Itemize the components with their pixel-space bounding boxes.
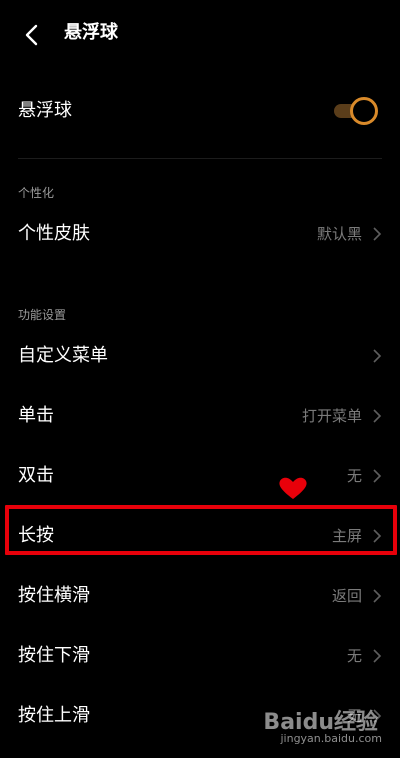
setting-label: 自定义菜单: [18, 345, 108, 366]
setting-value: 默认黑: [316, 225, 362, 243]
chevron-right-icon: [373, 469, 382, 483]
setting-row-hold-swipe-down[interactable]: 按住下滑 无: [0, 626, 400, 686]
chevron-right-icon: [373, 409, 382, 423]
setting-label: 双击: [18, 465, 54, 486]
top-bar: 悬浮球: [0, 0, 400, 66]
heart-icon: [279, 477, 307, 499]
floating-ball-switch[interactable]: [328, 97, 378, 125]
baidu-watermark: Baidu经验 jingyan.baidu.com: [246, 700, 386, 750]
divider: [18, 158, 382, 159]
setting-label: 个性皮肤: [18, 223, 90, 244]
back-button[interactable]: [16, 20, 46, 50]
red-highlight-box: [5, 505, 397, 555]
setting-label: 按住横滑: [18, 585, 90, 606]
setting-label: 单击: [18, 405, 54, 426]
setting-row-double-tap[interactable]: 双击 无: [0, 446, 400, 506]
floating-ball-label: 悬浮球: [18, 100, 72, 121]
setting-value: 无: [346, 467, 362, 485]
page-title: 悬浮球: [64, 22, 118, 43]
setting-value: 无: [346, 647, 362, 665]
chevron-right-icon: [373, 649, 382, 663]
chevron-right-icon: [373, 227, 382, 241]
setting-row-hold-swipe-horizontal[interactable]: 按住横滑 返回: [0, 566, 400, 626]
watermark-url: jingyan.baidu.com: [280, 732, 382, 745]
setting-value: 打开菜单: [301, 407, 362, 425]
chevron-left-icon: [25, 24, 38, 46]
section-header-function-settings: 功能设置: [18, 308, 67, 322]
setting-label: 按住上滑: [18, 705, 90, 726]
switch-knob: [350, 97, 378, 125]
section-header-personalize: 个性化: [18, 186, 55, 200]
chevron-right-icon: [373, 349, 382, 363]
setting-row-skin[interactable]: 个性皮肤 默认黑: [0, 204, 400, 264]
setting-label: 按住下滑: [18, 645, 90, 666]
setting-value: 返回: [331, 587, 362, 605]
setting-row-custom-menu[interactable]: 自定义菜单: [0, 326, 400, 386]
setting-row-single-tap[interactable]: 单击 打开菜单: [0, 386, 400, 446]
chevron-right-icon: [373, 589, 382, 603]
